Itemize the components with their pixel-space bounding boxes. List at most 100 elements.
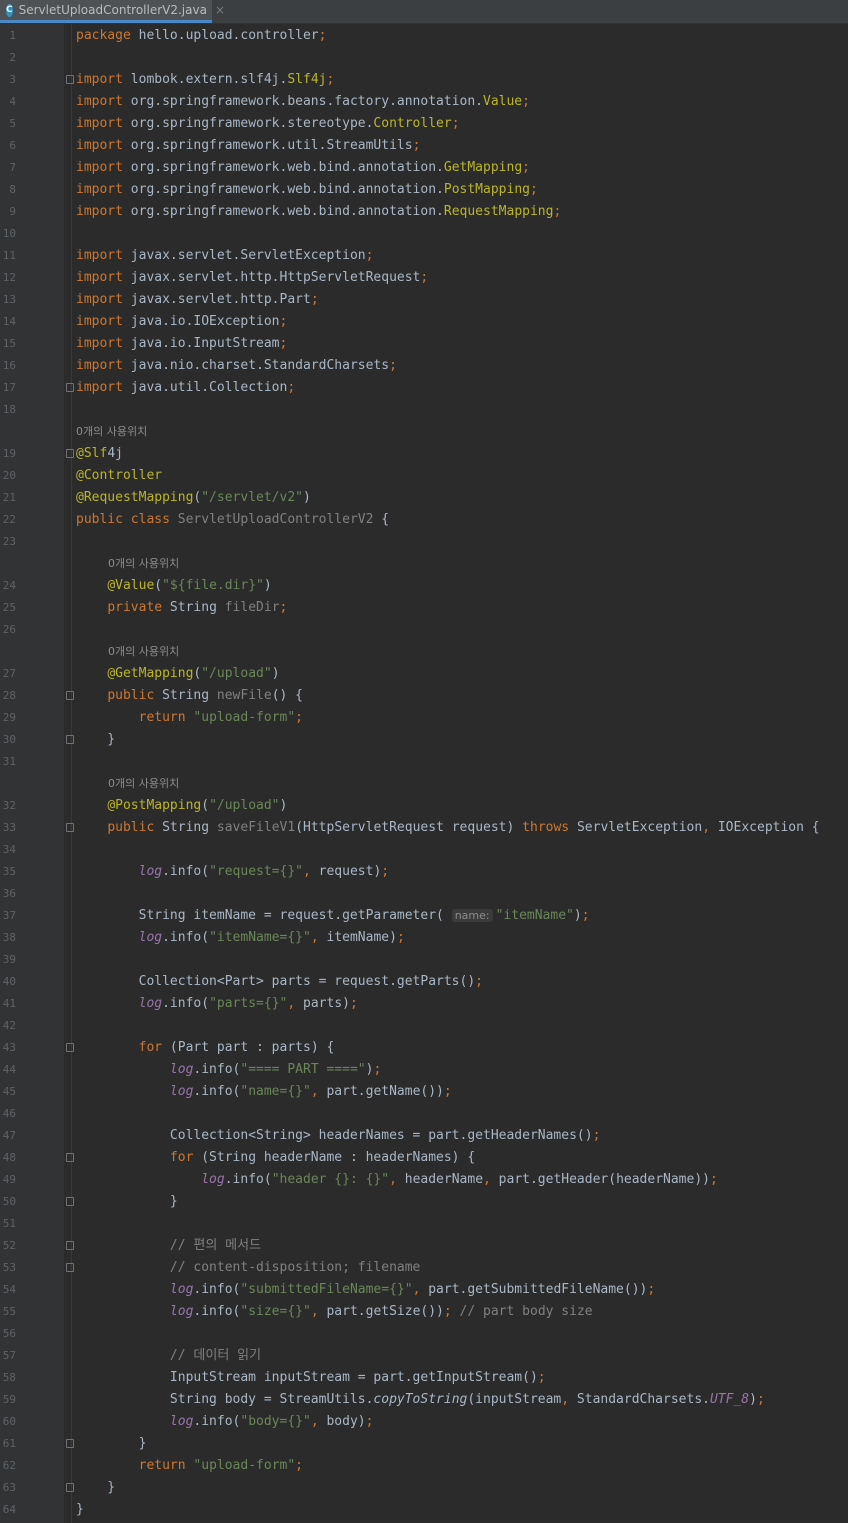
editor-tab-bar: C ServletUploadControllerV2.java × [0, 0, 848, 24]
code-line[interactable]: 43 for (Part part : parts) { [0, 1037, 848, 1059]
code-line[interactable]: 41 log.info("parts={}", parts); [0, 993, 848, 1015]
code-line[interactable]: 54 log.info("submittedFileName={}", part… [0, 1279, 848, 1301]
code-text: @Controller [76, 468, 163, 483]
tab-servlet-upload-controller-v2[interactable]: C ServletUploadControllerV2.java × [0, 0, 225, 23]
usage-hint[interactable]: 0개의 사용위치 [0, 641, 848, 663]
code-line[interactable]: 59 String body = StreamUtils.copyToStrin… [0, 1389, 848, 1411]
code-line[interactable]: 49 log.info("header {}: {}", headerName,… [0, 1169, 848, 1191]
fold-marker-icon[interactable] [66, 823, 74, 832]
code-line[interactable]: 51 [0, 1213, 848, 1235]
line-number: 24 [2, 579, 16, 592]
line-number: 21 [2, 491, 16, 504]
line-number: 25 [2, 601, 16, 614]
code-line[interactable]: 4 import org.springframework.beans.factor… [0, 91, 848, 113]
fold-marker-icon[interactable] [66, 449, 74, 458]
code-line[interactable]: 48 for (String headerName : headerNames)… [0, 1147, 848, 1169]
usage-hint[interactable]: 0개의 사용위치 [0, 553, 848, 575]
code-text: log.info("itemName={}", itemName); [138, 930, 405, 945]
code-line[interactable]: 28 public String newFile() { [0, 685, 848, 707]
line-number: 2 [9, 51, 16, 64]
code-line[interactable]: 39 [0, 949, 848, 971]
code-line[interactable]: 23 [0, 531, 848, 553]
code-line[interactable]: 21 @RequestMapping("/servlet/v2") [0, 487, 848, 509]
line-number: 10 [2, 227, 16, 240]
code-line[interactable]: 13 import javax.servlet.http.Part; [0, 289, 848, 311]
code-line[interactable]: 10 [0, 223, 848, 245]
code-line[interactable]: 56 [0, 1323, 848, 1345]
code-line[interactable]: 24 @Value("${file.dir}") [0, 575, 848, 597]
code-line[interactable]: 31 [0, 751, 848, 773]
code-line[interactable]: 55 log.info("size={}", part.getSize()); … [0, 1301, 848, 1323]
code-line[interactable]: 30 } [0, 729, 848, 751]
fold-marker-icon[interactable] [66, 1241, 74, 1250]
code-line[interactable]: 47 Collection<String> headerNames = part… [0, 1125, 848, 1147]
line-number: 33 [2, 821, 16, 834]
code-line[interactable]: 9 import org.springframework.web.bind.ann… [0, 201, 848, 223]
code-text: @PostMapping("/upload") [107, 798, 288, 813]
code-line[interactable]: 57 // 데이터 읽기 [0, 1345, 848, 1367]
fold-marker-icon[interactable] [66, 1483, 74, 1492]
line-number: 29 [2, 711, 16, 724]
line-number: 64 [2, 1503, 16, 1516]
code-line[interactable]: 64} [0, 1499, 848, 1521]
code-line[interactable]: 20 @Controller [0, 465, 848, 487]
code-line[interactable]: 34 [0, 839, 848, 861]
fold-marker-icon[interactable] [66, 1043, 74, 1052]
code-line[interactable]: 42 [0, 1015, 848, 1037]
code-line[interactable]: 50 } [0, 1191, 848, 1213]
code-line[interactable]: 37 String itemName = request.getParamete… [0, 905, 848, 927]
code-line[interactable]: 38 log.info("itemName={}", itemName); [0, 927, 848, 949]
fold-marker-icon[interactable] [66, 75, 74, 84]
usage-hint[interactable]: 0개의 사용위치 [0, 421, 848, 443]
fold-marker-icon[interactable] [66, 691, 74, 700]
code-line[interactable]: 35 log.info("request={}", request); [0, 861, 848, 883]
code-line[interactable]: 29 return "upload-form"; [0, 707, 848, 729]
code-line[interactable]: 26 [0, 619, 848, 641]
line-number: 31 [2, 755, 16, 768]
code-text: import org.springframework.util.StreamUt… [76, 138, 421, 153]
fold-marker-icon[interactable] [66, 383, 74, 392]
code-line[interactable]: 1 package hello.upload.controller; [0, 25, 848, 47]
code-line[interactable]: 8 import org.springframework.web.bind.ann… [0, 179, 848, 201]
fold-marker-icon[interactable] [66, 1197, 74, 1206]
code-line[interactable]: 3 import lombok.extern.slf4j.Slf4j; [0, 69, 848, 91]
code-line[interactable]: 6 import org.springframework.util.StreamU… [0, 135, 848, 157]
code-line[interactable]: 22 public class ServletUploadControllerV2… [0, 509, 848, 531]
code-line[interactable]: 19 @Slf4j [0, 443, 848, 465]
fold-marker-icon[interactable] [66, 1439, 74, 1448]
code-line[interactable]: 44 log.info("==== PART ===="); [0, 1059, 848, 1081]
code-line[interactable]: 7 import org.springframework.web.bind.ann… [0, 157, 848, 179]
usage-hint[interactable]: 0개의 사용위치 [0, 773, 848, 795]
code-line[interactable]: 53 // content-disposition; filename [0, 1257, 848, 1279]
code-line[interactable]: 60 log.info("body={}", body); [0, 1411, 848, 1433]
code-line[interactable]: 61 } [0, 1433, 848, 1455]
code-line[interactable]: 15 import java.io.InputStream; [0, 333, 848, 355]
code-line[interactable]: 16 import java.nio.charset.StandardCharse… [0, 355, 848, 377]
code-line[interactable]: 18 [0, 399, 848, 421]
code-line[interactable]: 11 import javax.servlet.ServletException; [0, 245, 848, 267]
code-line[interactable]: 12 import javax.servlet.http.HttpServletR… [0, 267, 848, 289]
code-line[interactable]: 32 @PostMapping("/upload") [0, 795, 848, 817]
code-line[interactable]: 17 import java.util.Collection; [0, 377, 848, 399]
code-line[interactable]: 46 [0, 1103, 848, 1125]
code-text: log.info("name={}", part.getName()); [169, 1084, 452, 1099]
code-line[interactable]: 40 Collection<Part> parts = request.getP… [0, 971, 848, 993]
code-line[interactable]: 14 import java.io.IOException; [0, 311, 848, 333]
code-line[interactable]: 2 [0, 47, 848, 69]
line-number: 41 [2, 997, 16, 1010]
code-line[interactable]: 33 public String saveFileV1(HttpServletR… [0, 817, 848, 839]
code-line[interactable]: 25 private String fileDir; [0, 597, 848, 619]
code-line[interactable]: 62 return "upload-form"; [0, 1455, 848, 1477]
code-line[interactable]: 27 @GetMapping("/upload") [0, 663, 848, 685]
code-line[interactable]: 5 import org.springframework.stereotype.C… [0, 113, 848, 135]
code-line[interactable]: 63 } [0, 1477, 848, 1499]
code-line[interactable]: 58 InputStream inputStream = part.getInp… [0, 1367, 848, 1389]
code-editor[interactable]: 1 package hello.upload.controller; 2 3 impor… [0, 24, 848, 1523]
close-icon[interactable]: × [215, 3, 225, 17]
fold-marker-icon[interactable] [66, 1263, 74, 1272]
fold-marker-icon[interactable] [66, 1153, 74, 1162]
code-line[interactable]: 36 [0, 883, 848, 905]
code-line[interactable]: 52 // 편의 메서드 [0, 1235, 848, 1257]
fold-marker-icon[interactable] [66, 735, 74, 744]
code-line[interactable]: 45 log.info("name={}", part.getName()); [0, 1081, 848, 1103]
